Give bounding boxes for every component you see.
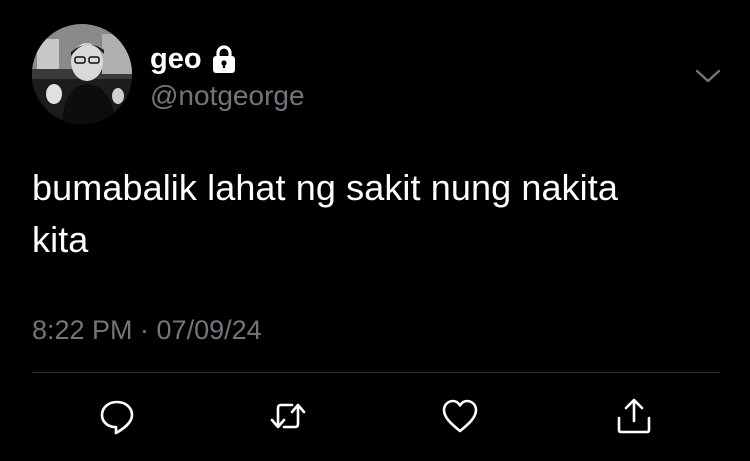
tweet-timestamp[interactable]: 8:22 PM · 07/09/24: [32, 313, 262, 347]
tweet-card: geo @notgeorge bumabalik lahat ng sakit …: [0, 0, 750, 461]
tweet-text-line: bumabalik lahat ng sakit nung nakita: [32, 167, 618, 208]
author-name-row: geo: [150, 42, 238, 76]
retweet-icon[interactable]: [268, 396, 308, 436]
tweet-text: bumabalik lahat ng sakit nung nakita kit…: [32, 162, 722, 266]
avatar[interactable]: [32, 24, 132, 124]
chevron-down-icon[interactable]: [694, 62, 722, 90]
tweet-text-line: kita: [32, 219, 89, 260]
share-icon[interactable]: [614, 396, 654, 436]
lock-icon: [210, 44, 238, 74]
heart-icon[interactable]: [440, 396, 480, 436]
divider: [32, 372, 720, 373]
avatar-photo: [32, 24, 132, 124]
reply-icon[interactable]: [97, 396, 137, 436]
author-handle[interactable]: @notgeorge: [150, 80, 305, 112]
display-name[interactable]: geo: [150, 42, 202, 76]
